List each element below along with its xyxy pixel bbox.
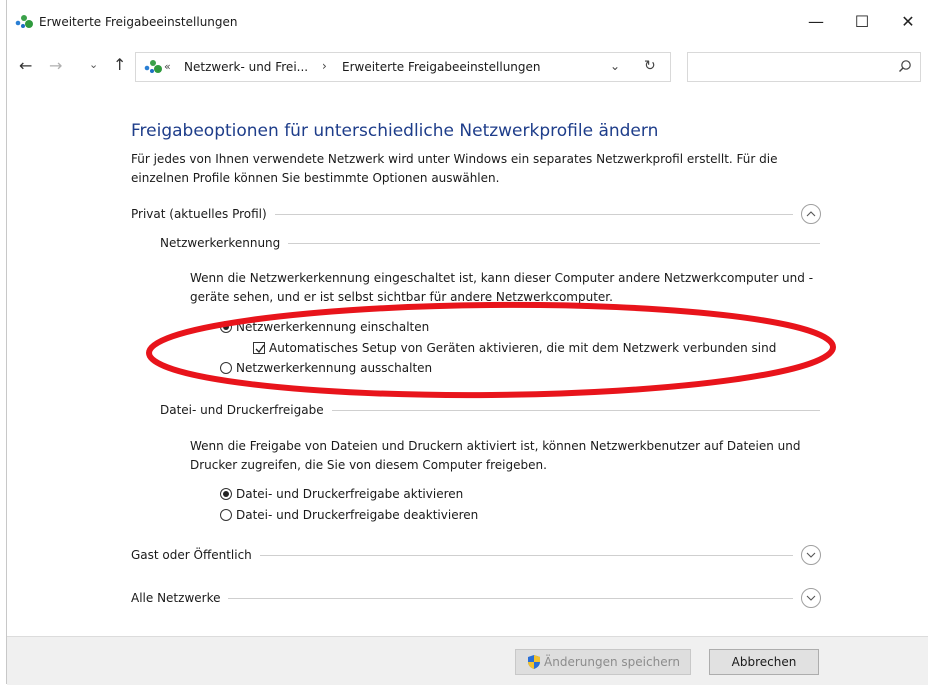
divider [288, 242, 820, 244]
up-arrow-icon[interactable]: ↑ [113, 55, 126, 74]
close-button[interactable]: ✕ [885, 6, 928, 38]
intro-text: Für jedes von Ihnen verwendete Netzwerk … [131, 152, 778, 185]
radio-button-unselected[interactable] [220, 362, 232, 374]
divider [274, 213, 793, 215]
uac-shield-icon [528, 655, 541, 669]
breadcrumb-overflow-icon[interactable]: « [164, 60, 171, 73]
radio-button-selected[interactable] [220, 321, 232, 333]
refresh-icon[interactable]: ↻ [644, 58, 656, 74]
radio-label: Netzwerkerkennung ausschalten [236, 361, 433, 375]
minimize-button[interactable]: — [793, 6, 839, 38]
radio-file-sharing-on[interactable]: Datei- und Druckerfreigabe aktivieren [220, 485, 463, 503]
address-dropdown-icon[interactable]: ⌄ [610, 59, 620, 73]
network-discovery-label: Netzwerkerkennung [160, 236, 281, 250]
recent-locations-chevron-icon[interactable]: ⌄ [89, 58, 98, 71]
title-bar: Erweiterte Freigabeeinstellungen — ☐ ✕ [7, 0, 928, 44]
breadcrumb-advanced-sharing[interactable]: Erweiterte Freigabeeinstellungen [342, 60, 541, 74]
subsection-file-printer-sharing: Datei- und Druckerfreigabe [160, 401, 820, 419]
breadcrumb-separator-icon[interactable]: › [322, 59, 327, 73]
section-guest-label: Gast oder Öffentlich [131, 548, 252, 562]
section-guest-public[interactable]: Gast oder Öffentlich [131, 545, 821, 565]
search-input[interactable] [687, 52, 921, 82]
window-title: Erweiterte Freigabeeinstellungen [39, 15, 238, 29]
cancel-button[interactable]: Abbrechen [709, 649, 819, 675]
file-sharing-description: Wenn die Freigabe von Dateien und Drucke… [190, 439, 801, 472]
section-private-label: Privat (aktuelles Profil) [131, 207, 267, 221]
radio-label: Datei- und Druckerfreigabe aktivieren [236, 487, 464, 501]
breadcrumb-network-sharing-center[interactable]: Netzwerk- und Frei... [184, 60, 308, 74]
network-icon [15, 15, 33, 28]
subsection-network-discovery: Netzwerkerkennung [160, 234, 820, 252]
expand-chevron-down-icon[interactable] [801, 588, 821, 608]
save-changes-label: Änderungen speichern [544, 655, 680, 669]
page-title: Freigabeoptionen für unterschiedliche Ne… [131, 121, 659, 141]
expand-chevron-down-icon[interactable] [801, 545, 821, 565]
radio-file-sharing-off[interactable]: Datei- und Druckerfreigabe deaktivieren [220, 506, 478, 524]
checkbox-label: Automatisches Setup von Geräten aktivier… [269, 341, 777, 355]
radio-button-selected[interactable] [220, 488, 232, 500]
collapse-chevron-up-icon[interactable] [801, 204, 821, 224]
radio-label: Netzwerkerkennung einschalten [236, 320, 430, 334]
forward-arrow-icon[interactable]: → [49, 56, 62, 75]
divider [259, 554, 793, 556]
checkbox-checked[interactable] [253, 342, 265, 354]
radio-button-unselected[interactable] [220, 509, 232, 521]
radio-network-discovery-on[interactable]: Netzwerkerkennung einschalten [220, 318, 429, 336]
advanced-sharing-window: Erweiterte Freigabeeinstellungen — ☐ ✕ ←… [6, 0, 928, 685]
save-changes-button[interactable]: Änderungen speichern [515, 649, 691, 675]
section-private-profile[interactable]: Privat (aktuelles Profil) [131, 204, 821, 224]
network-icon [144, 60, 162, 73]
section-all-networks-label: Alle Netzwerke [131, 591, 221, 605]
button-bar: Änderungen speichern Abbrechen [7, 636, 928, 685]
back-arrow-icon[interactable]: ← [19, 56, 32, 75]
search-icon[interactable] [898, 59, 912, 73]
checkbox-auto-setup[interactable]: Automatisches Setup von Geräten aktivier… [253, 339, 776, 357]
radio-network-discovery-off[interactable]: Netzwerkerkennung ausschalten [220, 359, 432, 377]
radio-label: Datei- und Druckerfreigabe deaktivieren [236, 508, 479, 522]
maximize-button[interactable]: ☐ [839, 6, 885, 38]
navigation-bar: ← → ⌄ ↑ « Netzwerk- und Frei... › Erweit… [7, 44, 928, 92]
divider [228, 597, 793, 599]
address-bar[interactable]: « Netzwerk- und Frei... › Erweiterte Fre… [135, 52, 671, 82]
section-all-networks[interactable]: Alle Netzwerke [131, 588, 821, 608]
divider [331, 409, 820, 411]
network-discovery-description: Wenn die Netzwerkerkennung eingeschaltet… [190, 271, 814, 304]
file-printer-sharing-label: Datei- und Druckerfreigabe [160, 403, 324, 417]
